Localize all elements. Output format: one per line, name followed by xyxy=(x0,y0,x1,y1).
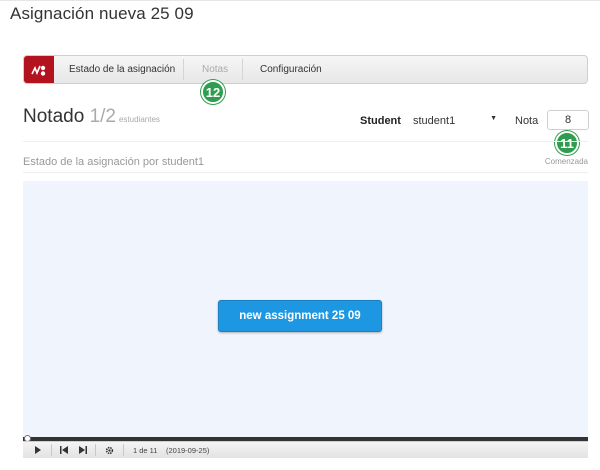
tab-assignment-status[interactable]: Estado de la asignación xyxy=(69,56,175,83)
grade-input[interactable]: 8 xyxy=(547,110,589,130)
graded-count-unit: estudiantes xyxy=(118,115,160,124)
step-badge-notes: 12 xyxy=(201,80,225,104)
gear-icon[interactable] xyxy=(105,442,114,458)
student-select-value: student1 xyxy=(413,115,456,127)
tab-divider xyxy=(242,59,243,80)
student-label: Student xyxy=(360,115,401,127)
caret-down-icon: ▼ xyxy=(490,115,497,122)
play-icon[interactable] xyxy=(34,442,42,458)
grade-label: Nota xyxy=(515,115,539,127)
submission-status-title: Estado de la asignación por student1 xyxy=(23,156,205,168)
control-divider xyxy=(123,444,124,456)
frame-counter: 1 de 11 xyxy=(133,445,158,455)
student-select[interactable]: student1 ▼ xyxy=(410,110,503,132)
step-badge-grade: 11 xyxy=(555,131,579,155)
top-rule xyxy=(0,0,600,1)
graded-heading: Notado 1/2 estudiantes xyxy=(23,106,160,128)
section-divider xyxy=(23,141,588,142)
submission-status-value: Comenzada xyxy=(544,157,588,166)
player-controls: 1 de 11 (2019-09-25) xyxy=(23,441,588,458)
section-divider xyxy=(23,172,588,173)
open-assignment-button[interactable]: new assignment 25 09 xyxy=(218,300,382,332)
assignment-toolbar: Estado de la asignación Notas Configurac… xyxy=(23,55,588,84)
graded-label: Notado xyxy=(23,106,85,127)
skip-forward-icon[interactable] xyxy=(78,442,87,458)
app-logo-icon[interactable] xyxy=(24,56,54,83)
tab-divider xyxy=(183,59,184,80)
control-divider xyxy=(51,444,52,456)
tab-notes[interactable]: Notas xyxy=(202,56,228,83)
skip-back-icon[interactable] xyxy=(60,442,69,458)
page-title: Asignación nueva 25 09 xyxy=(10,4,194,23)
frame-date: (2019-09-25) xyxy=(166,445,210,455)
tab-configuration[interactable]: Configuración xyxy=(260,56,322,83)
control-divider xyxy=(95,444,96,456)
graded-count: 1/2 xyxy=(89,106,116,127)
